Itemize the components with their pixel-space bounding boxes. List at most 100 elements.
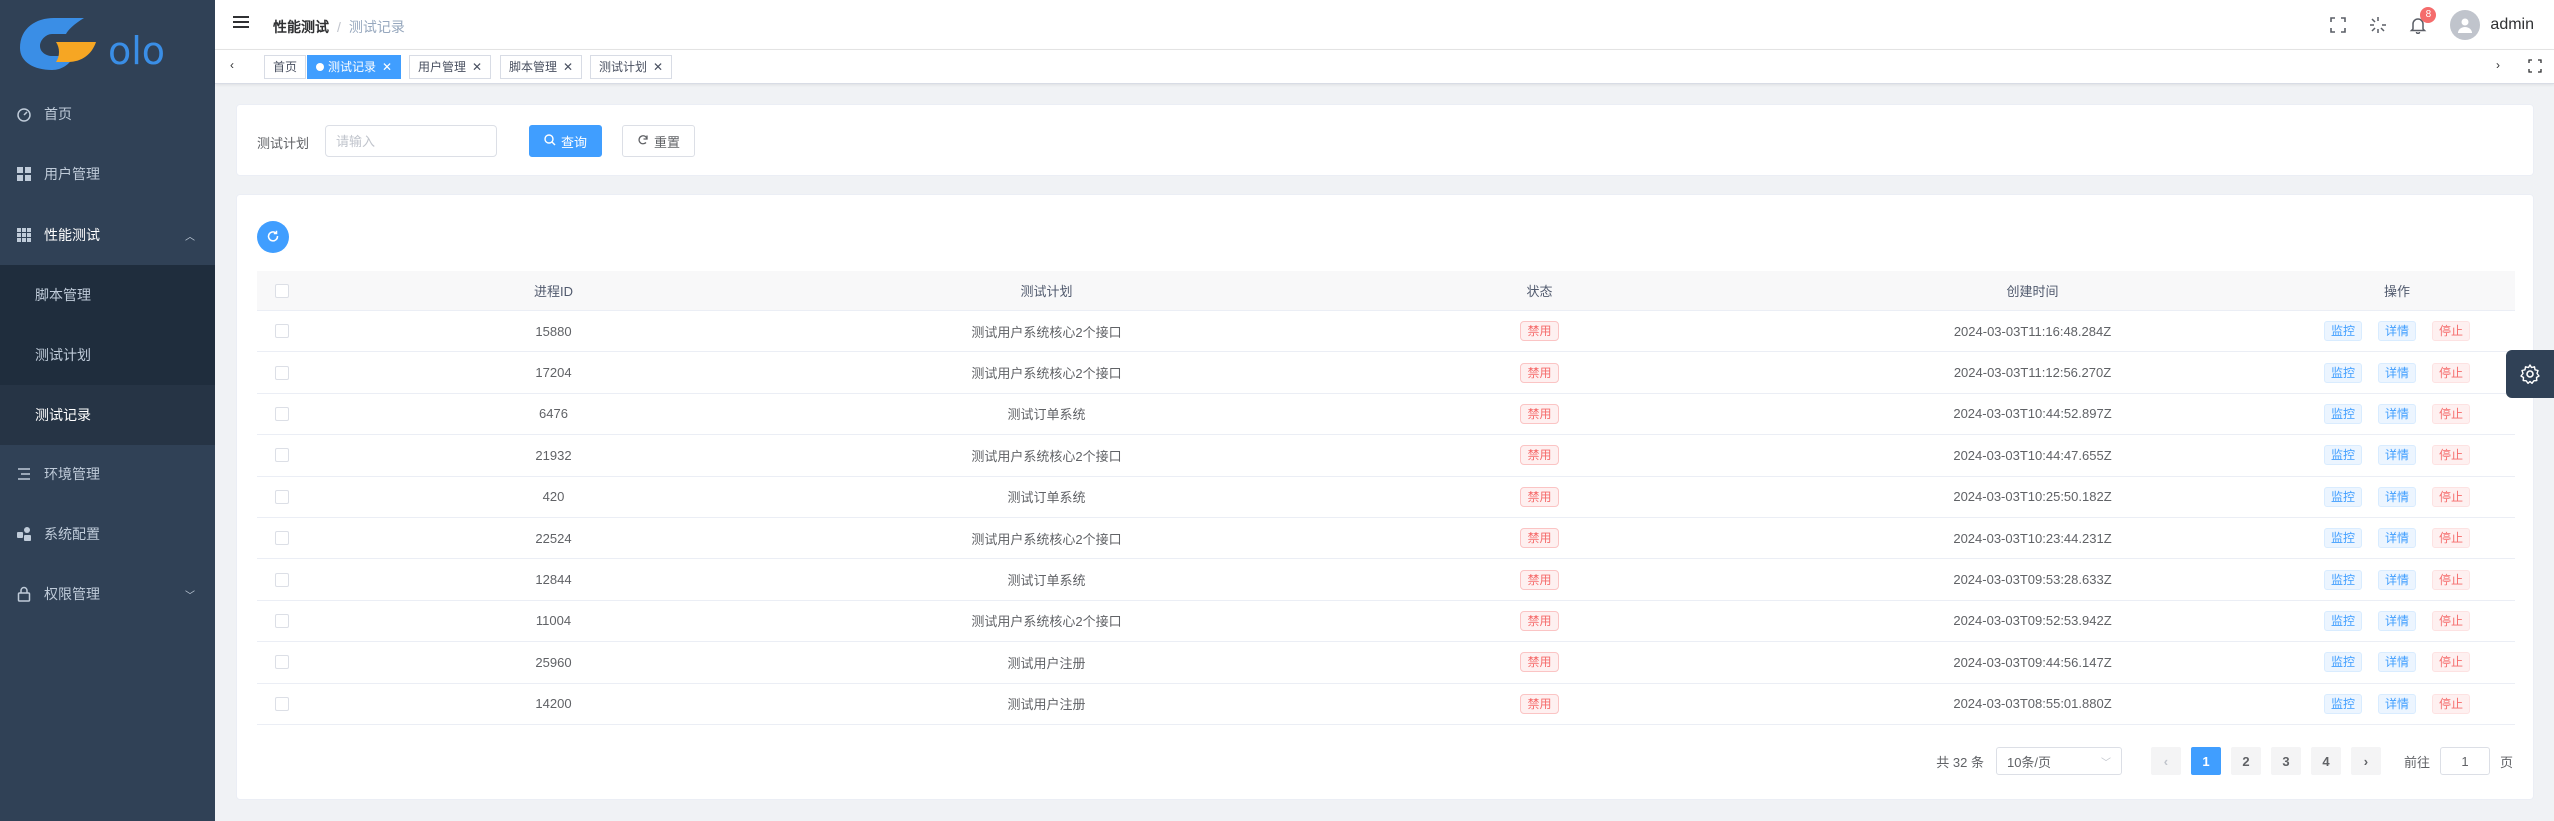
tag-test-plan[interactable]: 测试计划 ✕ (590, 55, 673, 79)
query-button[interactable]: 查询 (529, 125, 603, 157)
fullscreen-icon[interactable] (2328, 15, 2348, 35)
monitor-button[interactable]: 监控 (2323, 362, 2362, 383)
stop-button[interactable]: 停止 (2432, 652, 2471, 673)
refresh-button[interactable] (257, 221, 289, 253)
hamburger-icon[interactable] (233, 16, 249, 32)
page-button[interactable]: 3 (2270, 747, 2301, 775)
row-checkbox[interactable] (275, 613, 289, 628)
prev-page-button[interactable]: ‹ (2150, 747, 2181, 775)
tag-script-management[interactable]: 脚本管理 ✕ (500, 55, 583, 79)
row-checkbox[interactable] (275, 489, 289, 504)
page-size-select[interactable]: 10条/页 ﹀ (1995, 747, 2122, 775)
created-time-cell: 2024-03-03T11:16:48.284Z (1953, 323, 2112, 339)
row-checkbox[interactable] (275, 365, 289, 380)
chevron-down-icon: ﹀ (185, 590, 195, 602)
details-button[interactable]: 详情 (2377, 610, 2416, 631)
test-plan-search-input[interactable] (325, 125, 497, 157)
details-button[interactable]: 详情 (2377, 445, 2416, 466)
scroll-left-icon[interactable]: ‹ (230, 58, 234, 72)
row-checkbox[interactable] (275, 406, 289, 421)
close-icon[interactable]: ✕ (472, 60, 482, 74)
created-time-cell: 2024-03-03T09:53:28.633Z (1953, 572, 2112, 588)
monitor-button[interactable]: 监控 (2323, 528, 2362, 549)
tag-home[interactable]: 首页 (264, 55, 307, 79)
monitor-button[interactable]: 监控 (2323, 610, 2362, 631)
stop-button[interactable]: 停止 (2432, 528, 2471, 549)
close-icon[interactable]: ✕ (653, 60, 663, 74)
user-menu[interactable]: admin (2450, 10, 2534, 40)
sidebar-item-permissions[interactable]: 权限管理 ﹀ (0, 564, 215, 624)
search-panel: 测试计划 查询 重置 (236, 104, 2534, 176)
details-button[interactable]: 详情 (2377, 362, 2416, 383)
row-checkbox[interactable] (275, 531, 289, 546)
total-count: 共 32 条 (1936, 754, 1984, 770)
submenu-item-test-records[interactable]: 测试记录 (0, 385, 215, 445)
details-button[interactable]: 详情 (2377, 569, 2416, 590)
stop-button[interactable]: 停止 (2432, 486, 2471, 507)
sidebar-item-label: 系统配置 (44, 526, 100, 542)
monitor-button[interactable]: 监控 (2323, 693, 2362, 714)
details-button[interactable]: 详情 (2377, 693, 2416, 714)
column-header: 操作 (2383, 284, 2410, 299)
next-page-button[interactable]: › (2350, 747, 2381, 775)
settings-button[interactable] (2506, 350, 2554, 398)
row-checkbox[interactable] (275, 572, 289, 587)
monitor-button[interactable]: 监控 (2323, 321, 2362, 342)
goto-page-input[interactable] (2439, 747, 2490, 775)
stop-button[interactable]: 停止 (2432, 321, 2471, 342)
pid-cell: 11004 (535, 613, 572, 629)
stop-button[interactable]: 停止 (2432, 693, 2471, 714)
logo[interactable]: olo (0, 0, 215, 95)
stop-button[interactable]: 停止 (2432, 362, 2471, 383)
status-badge: 禁用 (1520, 362, 1559, 383)
row-checkbox[interactable] (275, 448, 289, 463)
page-button[interactable]: 4 (2310, 747, 2341, 775)
stop-button[interactable]: 停止 (2432, 610, 2471, 631)
theme-icon[interactable] (2368, 15, 2388, 35)
sidebar-item-system-config[interactable]: 系统配置 (0, 504, 215, 564)
monitor-button[interactable]: 监控 (2323, 486, 2362, 507)
details-button[interactable]: 详情 (2377, 486, 2416, 507)
row-checkbox[interactable] (275, 696, 289, 711)
breadcrumb-item[interactable]: 性能测试 (273, 19, 329, 35)
tag-test-records[interactable]: 测试记录 ✕ (307, 55, 402, 79)
page-button[interactable]: 1 (2190, 747, 2221, 775)
reset-button[interactable]: 重置 (622, 125, 696, 157)
fullscreen-icon[interactable] (2528, 59, 2542, 78)
details-button[interactable]: 详情 (2377, 403, 2416, 424)
monitor-button[interactable]: 监控 (2323, 569, 2362, 590)
monitor-button[interactable]: 监控 (2323, 403, 2362, 424)
monitor-button[interactable]: 监控 (2323, 652, 2362, 673)
row-checkbox[interactable] (275, 655, 289, 670)
table-row: 6476 测试订单系统 禁用 2024-03-03T10:44:52.897Z 监控 详情… (257, 394, 2515, 436)
notification-badge: 8 (2420, 7, 2437, 23)
submenu-item-test-plans[interactable]: 测试计划 (0, 325, 215, 385)
avatar (2450, 10, 2481, 40)
scroll-right-icon[interactable]: › (2496, 58, 2500, 72)
status-badge: 禁用 (1520, 445, 1559, 466)
monitor-button[interactable]: 监控 (2323, 445, 2362, 466)
component-icon (16, 526, 32, 542)
created-time-cell: 2024-03-03T10:25:50.182Z (1953, 489, 2112, 505)
submenu-item-scripts[interactable]: 脚本管理 (0, 265, 215, 325)
close-icon[interactable]: ✕ (563, 60, 573, 74)
page-button[interactable]: 2 (2230, 747, 2261, 775)
sidebar-item-environment[interactable]: 环境管理 (0, 444, 215, 504)
sidebar-item-performance[interactable]: 性能测试 ︿ (0, 205, 215, 265)
row-checkbox[interactable] (275, 324, 289, 339)
details-button[interactable]: 详情 (2377, 528, 2416, 549)
close-icon[interactable]: ✕ (382, 60, 392, 74)
details-button[interactable]: 详情 (2377, 652, 2416, 673)
tag-user-management[interactable]: 用户管理 ✕ (409, 55, 492, 79)
sidebar-item-users[interactable]: 用户管理 (0, 144, 215, 204)
details-button[interactable]: 详情 (2377, 321, 2416, 342)
stop-button[interactable]: 停止 (2432, 569, 2471, 590)
pid-cell: 14200 (535, 696, 572, 712)
sidebar-item-home[interactable]: 首页 (0, 84, 215, 144)
stop-button[interactable]: 停止 (2432, 403, 2471, 424)
table-row: 25960 测试用户注册 禁用 2024-03-03T09:44:56.147Z 监控详… (257, 642, 2515, 684)
select-all-checkbox[interactable] (275, 283, 289, 298)
bell-icon[interactable]: 8 (2408, 7, 2437, 35)
stop-button[interactable]: 停止 (2432, 445, 2471, 466)
table-header: 进程ID 测试计划 状态 创建时间 操作 (257, 271, 2515, 311)
